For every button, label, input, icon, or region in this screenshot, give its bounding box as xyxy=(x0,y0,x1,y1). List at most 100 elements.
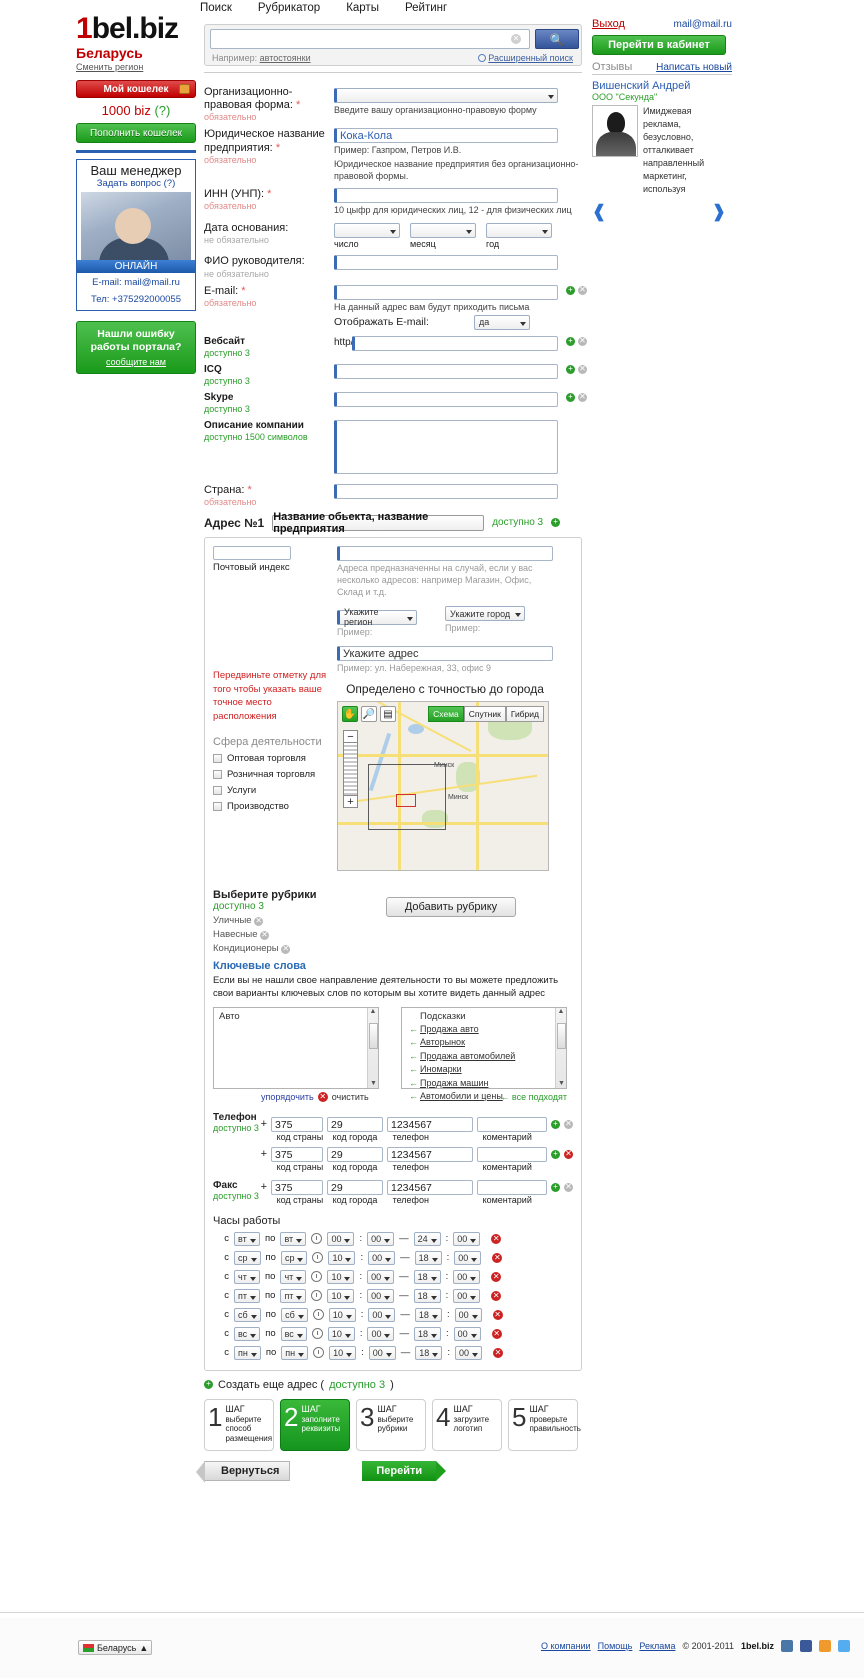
map-marker[interactable] xyxy=(396,794,416,808)
minute-end-select[interactable]: 00 xyxy=(453,1231,481,1246)
day-to-select[interactable]: чт xyxy=(280,1269,307,1284)
minute-start-select[interactable]: 00 xyxy=(368,1345,396,1360)
zoom-track[interactable] xyxy=(343,743,358,796)
hour-start-select[interactable]: 10 xyxy=(327,1288,355,1303)
zoom-out-icon[interactable]: 🔎 xyxy=(361,706,377,723)
twitter-icon[interactable] xyxy=(838,1640,850,1652)
add-icq-icon[interactable]: + xyxy=(566,364,575,374)
day-from-select[interactable]: вт xyxy=(234,1231,260,1246)
phone-country-input[interactable]: 375 xyxy=(271,1116,323,1132)
add-website-icon[interactable]: + xyxy=(566,336,575,346)
hour-start-select[interactable]: 10 xyxy=(329,1345,357,1360)
phone-city-input[interactable]: 29 xyxy=(327,1146,383,1162)
scroll-thumb[interactable] xyxy=(556,1022,566,1049)
legal-form-select[interactable] xyxy=(334,87,558,103)
hour-start-select[interactable]: 10 xyxy=(327,1326,355,1341)
phone-comment-input[interactable] xyxy=(477,1146,547,1162)
legal-name-input[interactable]: Кока-Кола xyxy=(334,128,558,144)
show-email-select[interactable]: да xyxy=(474,314,530,330)
hour-end-select[interactable]: 18 xyxy=(413,1326,441,1341)
add-phone-icon[interactable]: + xyxy=(551,1149,560,1159)
zoom-minus-icon[interactable]: − xyxy=(343,730,358,744)
map-tab-hybrid[interactable]: Гибрид xyxy=(505,706,544,723)
add-skype-icon[interactable]: + xyxy=(566,392,575,402)
vk-icon[interactable] xyxy=(781,1640,793,1652)
scrollbar[interactable]: ▲ ▼ xyxy=(555,1007,566,1088)
report-bug-box[interactable]: Нашли ошибку работы портала? сообщите на… xyxy=(76,320,196,374)
fax-city-input[interactable]: 29 xyxy=(327,1179,383,1195)
remove-skype-icon[interactable]: ✕ xyxy=(578,392,587,402)
step-3[interactable]: 3 ШАГ выберите рубрики xyxy=(356,1398,426,1451)
footer-link-help[interactable]: Помощь xyxy=(598,1641,633,1651)
checkbox-icon[interactable] xyxy=(213,754,222,764)
minute-start-select[interactable]: 00 xyxy=(367,1269,395,1284)
minute-end-select[interactable]: 00 xyxy=(453,1269,481,1284)
phone-number-input[interactable]: 1234567 xyxy=(387,1146,473,1162)
minute-start-select[interactable]: 00 xyxy=(368,1250,396,1265)
create-more-address[interactable]: + Создать еще адрес ( доступно 3 ) xyxy=(204,1379,582,1391)
sphere-option-services[interactable]: Услуги xyxy=(213,785,337,796)
add-fax-icon[interactable]: + xyxy=(551,1182,560,1192)
next-review-icon[interactable]: ❱ xyxy=(712,202,726,222)
remove-fax-icon[interactable]: ✕ xyxy=(564,1182,573,1192)
suggestion-item[interactable]: ← Продажа авто xyxy=(406,1023,566,1037)
minute-start-select[interactable]: 00 xyxy=(367,1231,395,1246)
day-to-select[interactable]: пт xyxy=(280,1288,307,1303)
day-from-select[interactable]: вс xyxy=(234,1326,261,1341)
day-from-select[interactable]: пн xyxy=(234,1345,261,1360)
map-tab-satellite[interactable]: Спутник xyxy=(463,706,506,723)
nav-item-rubricator[interactable]: Рубрикатор xyxy=(258,2,320,14)
hour-start-select[interactable]: 00 xyxy=(327,1231,355,1246)
site-logo[interactable]: 1bel.biz xyxy=(76,14,196,44)
map-zoom-slider[interactable]: − + xyxy=(343,730,358,809)
suggestion-item[interactable]: ← Авторынок xyxy=(406,1036,566,1050)
street-input[interactable]: Укажите адрес xyxy=(337,646,553,662)
go-to-cabinet-button[interactable]: Перейти в кабинет xyxy=(592,35,726,55)
logout-link[interactable]: Выход xyxy=(592,18,625,30)
phone-number-input[interactable]: 1234567 xyxy=(387,1116,473,1132)
delete-hours-icon[interactable]: ✕ xyxy=(491,1271,502,1282)
balance-help-icon[interactable]: (?) xyxy=(154,103,170,118)
rss-icon[interactable] xyxy=(819,1640,831,1652)
prev-review-icon[interactable]: ❰ xyxy=(592,202,606,222)
scroll-up-icon[interactable]: ▲ xyxy=(556,1008,566,1015)
remove-website-icon[interactable]: ✕ xyxy=(578,336,587,346)
website-input[interactable] xyxy=(352,335,558,351)
hand-icon[interactable]: ✋ xyxy=(342,706,358,723)
icq-input[interactable] xyxy=(334,363,558,379)
topup-wallet-button[interactable]: Пополнить кошелек xyxy=(76,123,196,143)
sort-keywords-link[interactable]: упорядочить xyxy=(261,1092,314,1102)
add-email-icon[interactable]: + xyxy=(566,285,575,295)
delete-hours-icon[interactable]: ✕ xyxy=(492,1347,503,1358)
checkbox-icon[interactable] xyxy=(213,786,222,796)
change-region-link[interactable]: Сменить регион xyxy=(76,62,196,72)
step-4[interactable]: 4 ШАГ загрузите логотип xyxy=(432,1398,502,1451)
fax-number-input[interactable]: 1234567 xyxy=(387,1179,473,1195)
suggestion-item[interactable]: ← Продажа автомобилей xyxy=(406,1050,566,1064)
hour-start-select[interactable]: 10 xyxy=(328,1250,356,1265)
day-from-select[interactable]: сб xyxy=(234,1307,261,1322)
minute-end-select[interactable]: 00 xyxy=(454,1345,482,1360)
delete-hours-icon[interactable]: ✕ xyxy=(492,1252,503,1263)
delete-hours-icon[interactable]: ✕ xyxy=(491,1290,502,1301)
clear-keywords-icon[interactable]: ✕ xyxy=(317,1091,328,1102)
minute-end-select[interactable]: 00 xyxy=(453,1288,481,1303)
minute-start-select[interactable]: 00 xyxy=(367,1288,395,1303)
manager-ask-link[interactable]: Задать вопрос (?) xyxy=(97,178,176,189)
country-input[interactable] xyxy=(334,483,558,499)
director-input[interactable] xyxy=(334,255,558,271)
day-from-select[interactable]: пт xyxy=(234,1288,260,1303)
hour-start-select[interactable]: 10 xyxy=(328,1307,356,1322)
step-1[interactable]: 1 ШАГ выберите способ размещения xyxy=(204,1398,274,1451)
month-select[interactable] xyxy=(410,223,476,239)
hour-end-select[interactable]: 18 xyxy=(414,1250,442,1265)
footer-link-about[interactable]: О компании xyxy=(541,1641,591,1651)
address-name-button[interactable]: Название обьекта, название предприятия xyxy=(272,511,485,535)
day-from-select[interactable]: чт xyxy=(234,1269,260,1284)
skype-input[interactable] xyxy=(334,391,558,407)
nav-item-search[interactable]: Поиск xyxy=(200,2,232,14)
region-select[interactable]: Укажите регион xyxy=(337,607,417,627)
add-address-icon[interactable]: + xyxy=(551,518,561,528)
back-button[interactable]: Вернуться xyxy=(195,1460,291,1483)
hour-end-select[interactable]: 18 xyxy=(415,1345,443,1360)
